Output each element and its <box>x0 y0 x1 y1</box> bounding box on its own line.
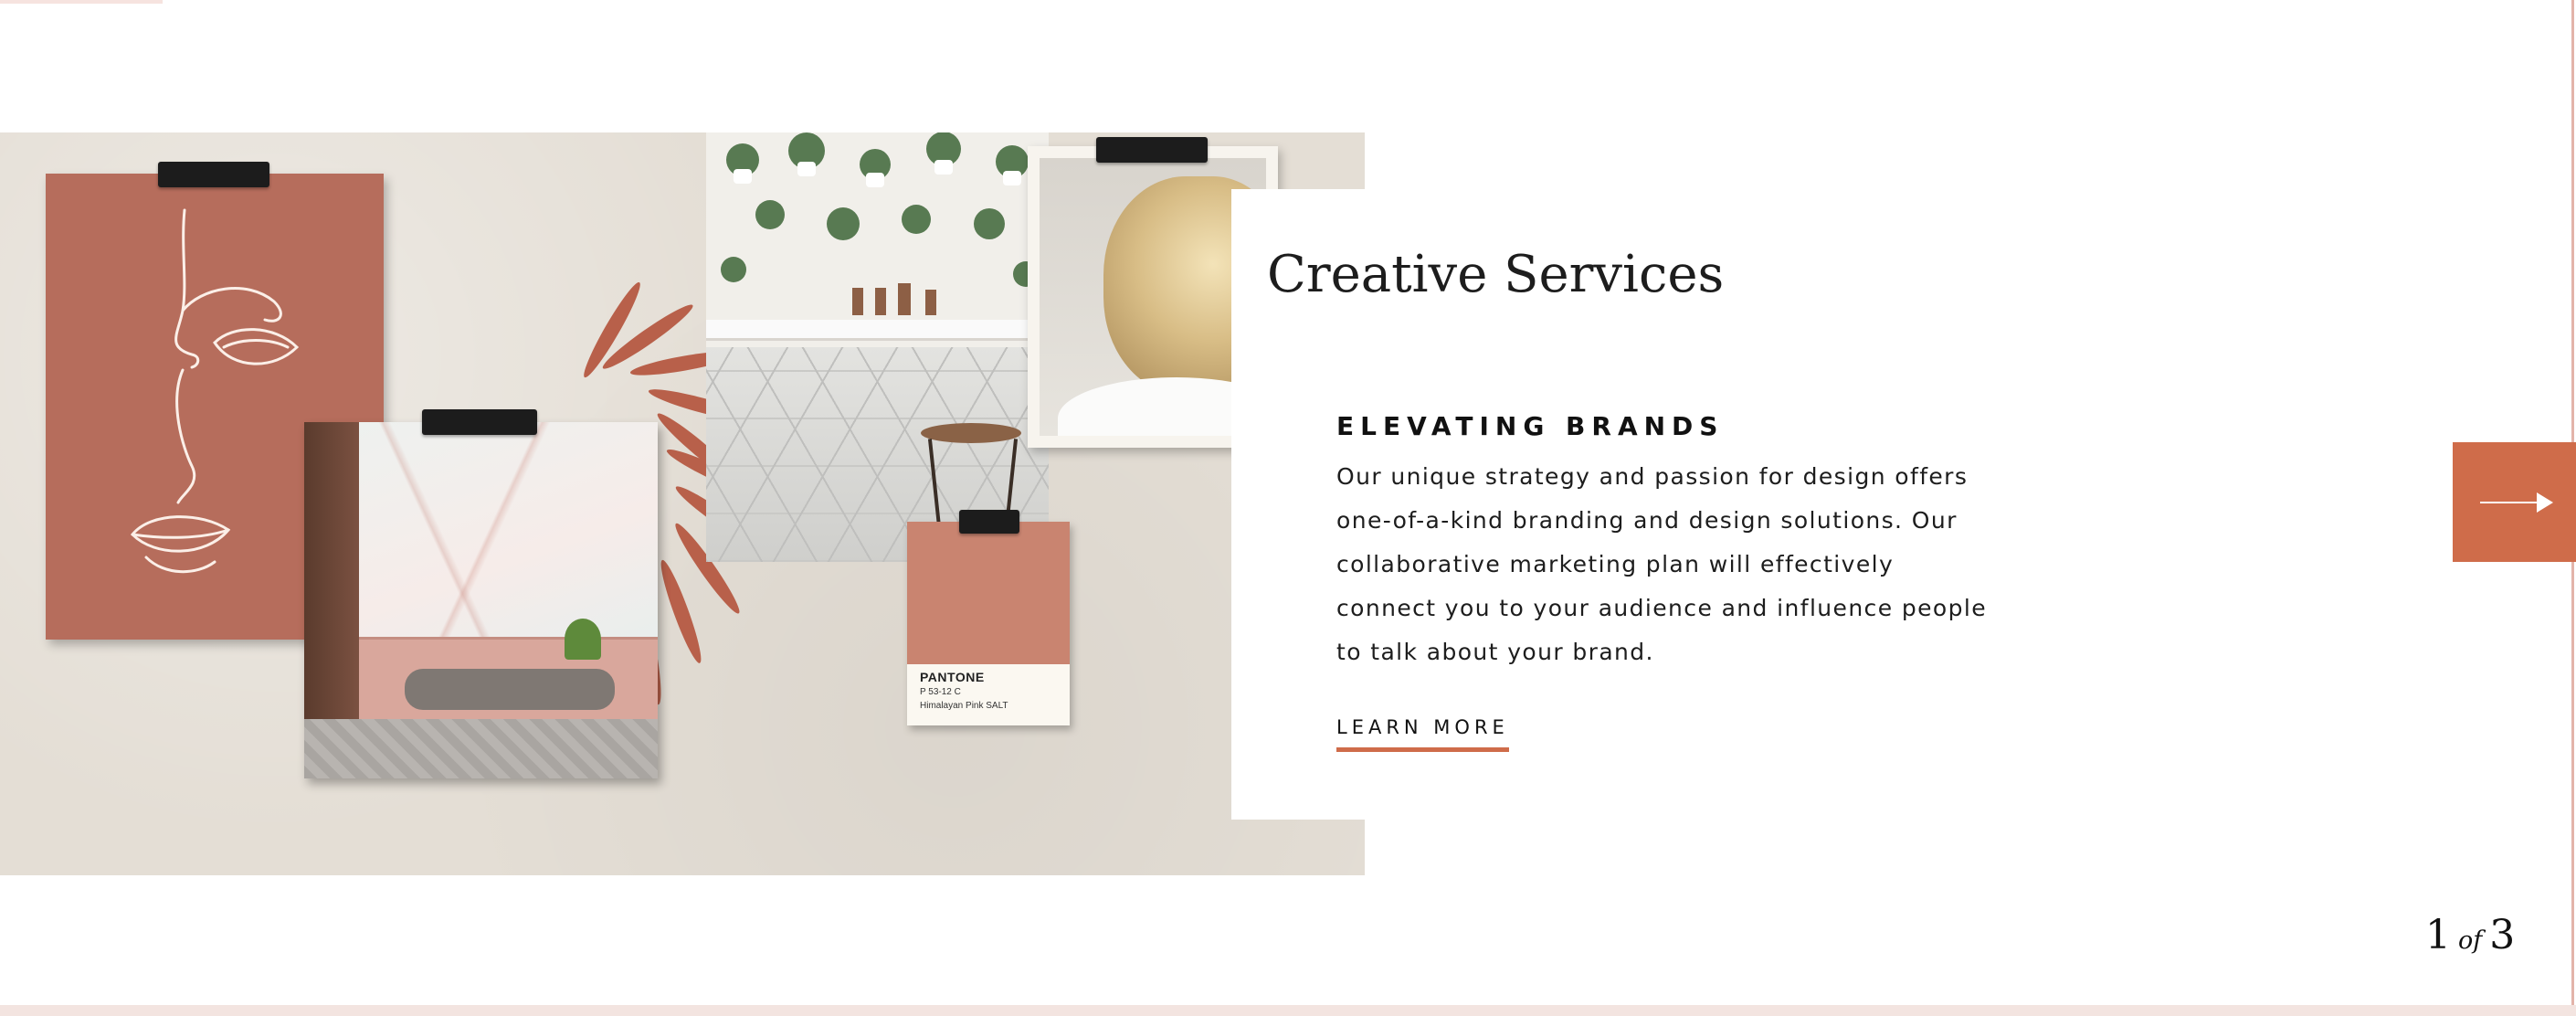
pager-current: 1 <box>2425 912 2451 958</box>
pager-separator: of <box>2458 926 2483 955</box>
pantone-color-name: Himalayan Pink SALT <box>920 701 1008 711</box>
service-description: Our unique strategy and passion for desi… <box>1336 463 1987 665</box>
top-accent-bar <box>0 0 163 4</box>
bottom-band <box>0 1005 2576 1016</box>
pantone-brand: PANTONE <box>920 670 985 684</box>
daybed <box>405 669 615 710</box>
slider-next-button[interactable] <box>2453 442 2576 562</box>
interior-room-photo <box>304 422 658 778</box>
marble-wall <box>359 422 658 637</box>
pager-total: 3 <box>2489 912 2516 958</box>
hanging-plants <box>721 132 1039 315</box>
learn-more-link[interactable]: LEARN MORE <box>1336 716 1509 752</box>
plants-cafe-photo <box>706 132 1049 562</box>
tape-strip <box>959 510 1019 534</box>
pantone-chip: PANTONE P 53-12 C Himalayan Pink SALT <box>907 522 1070 725</box>
tape-strip <box>422 409 537 435</box>
page-title: Creative Services <box>1267 245 1725 304</box>
cafe-shelf <box>706 320 1049 341</box>
tape-strip <box>158 162 269 187</box>
potted-plant <box>565 619 601 660</box>
slide-pager: 1 of 3 <box>2425 912 2515 958</box>
pantone-swatch <box>907 522 1070 664</box>
pantone-code: P 53-12 C <box>920 687 961 697</box>
tape-strip <box>1096 137 1208 163</box>
moodboard-image: PANTONE P 53-12 C Himalayan Pink SALT <box>0 132 1365 875</box>
section-eyebrow: ELEVATING BRANDS <box>1336 411 1725 441</box>
stool <box>921 423 1021 443</box>
